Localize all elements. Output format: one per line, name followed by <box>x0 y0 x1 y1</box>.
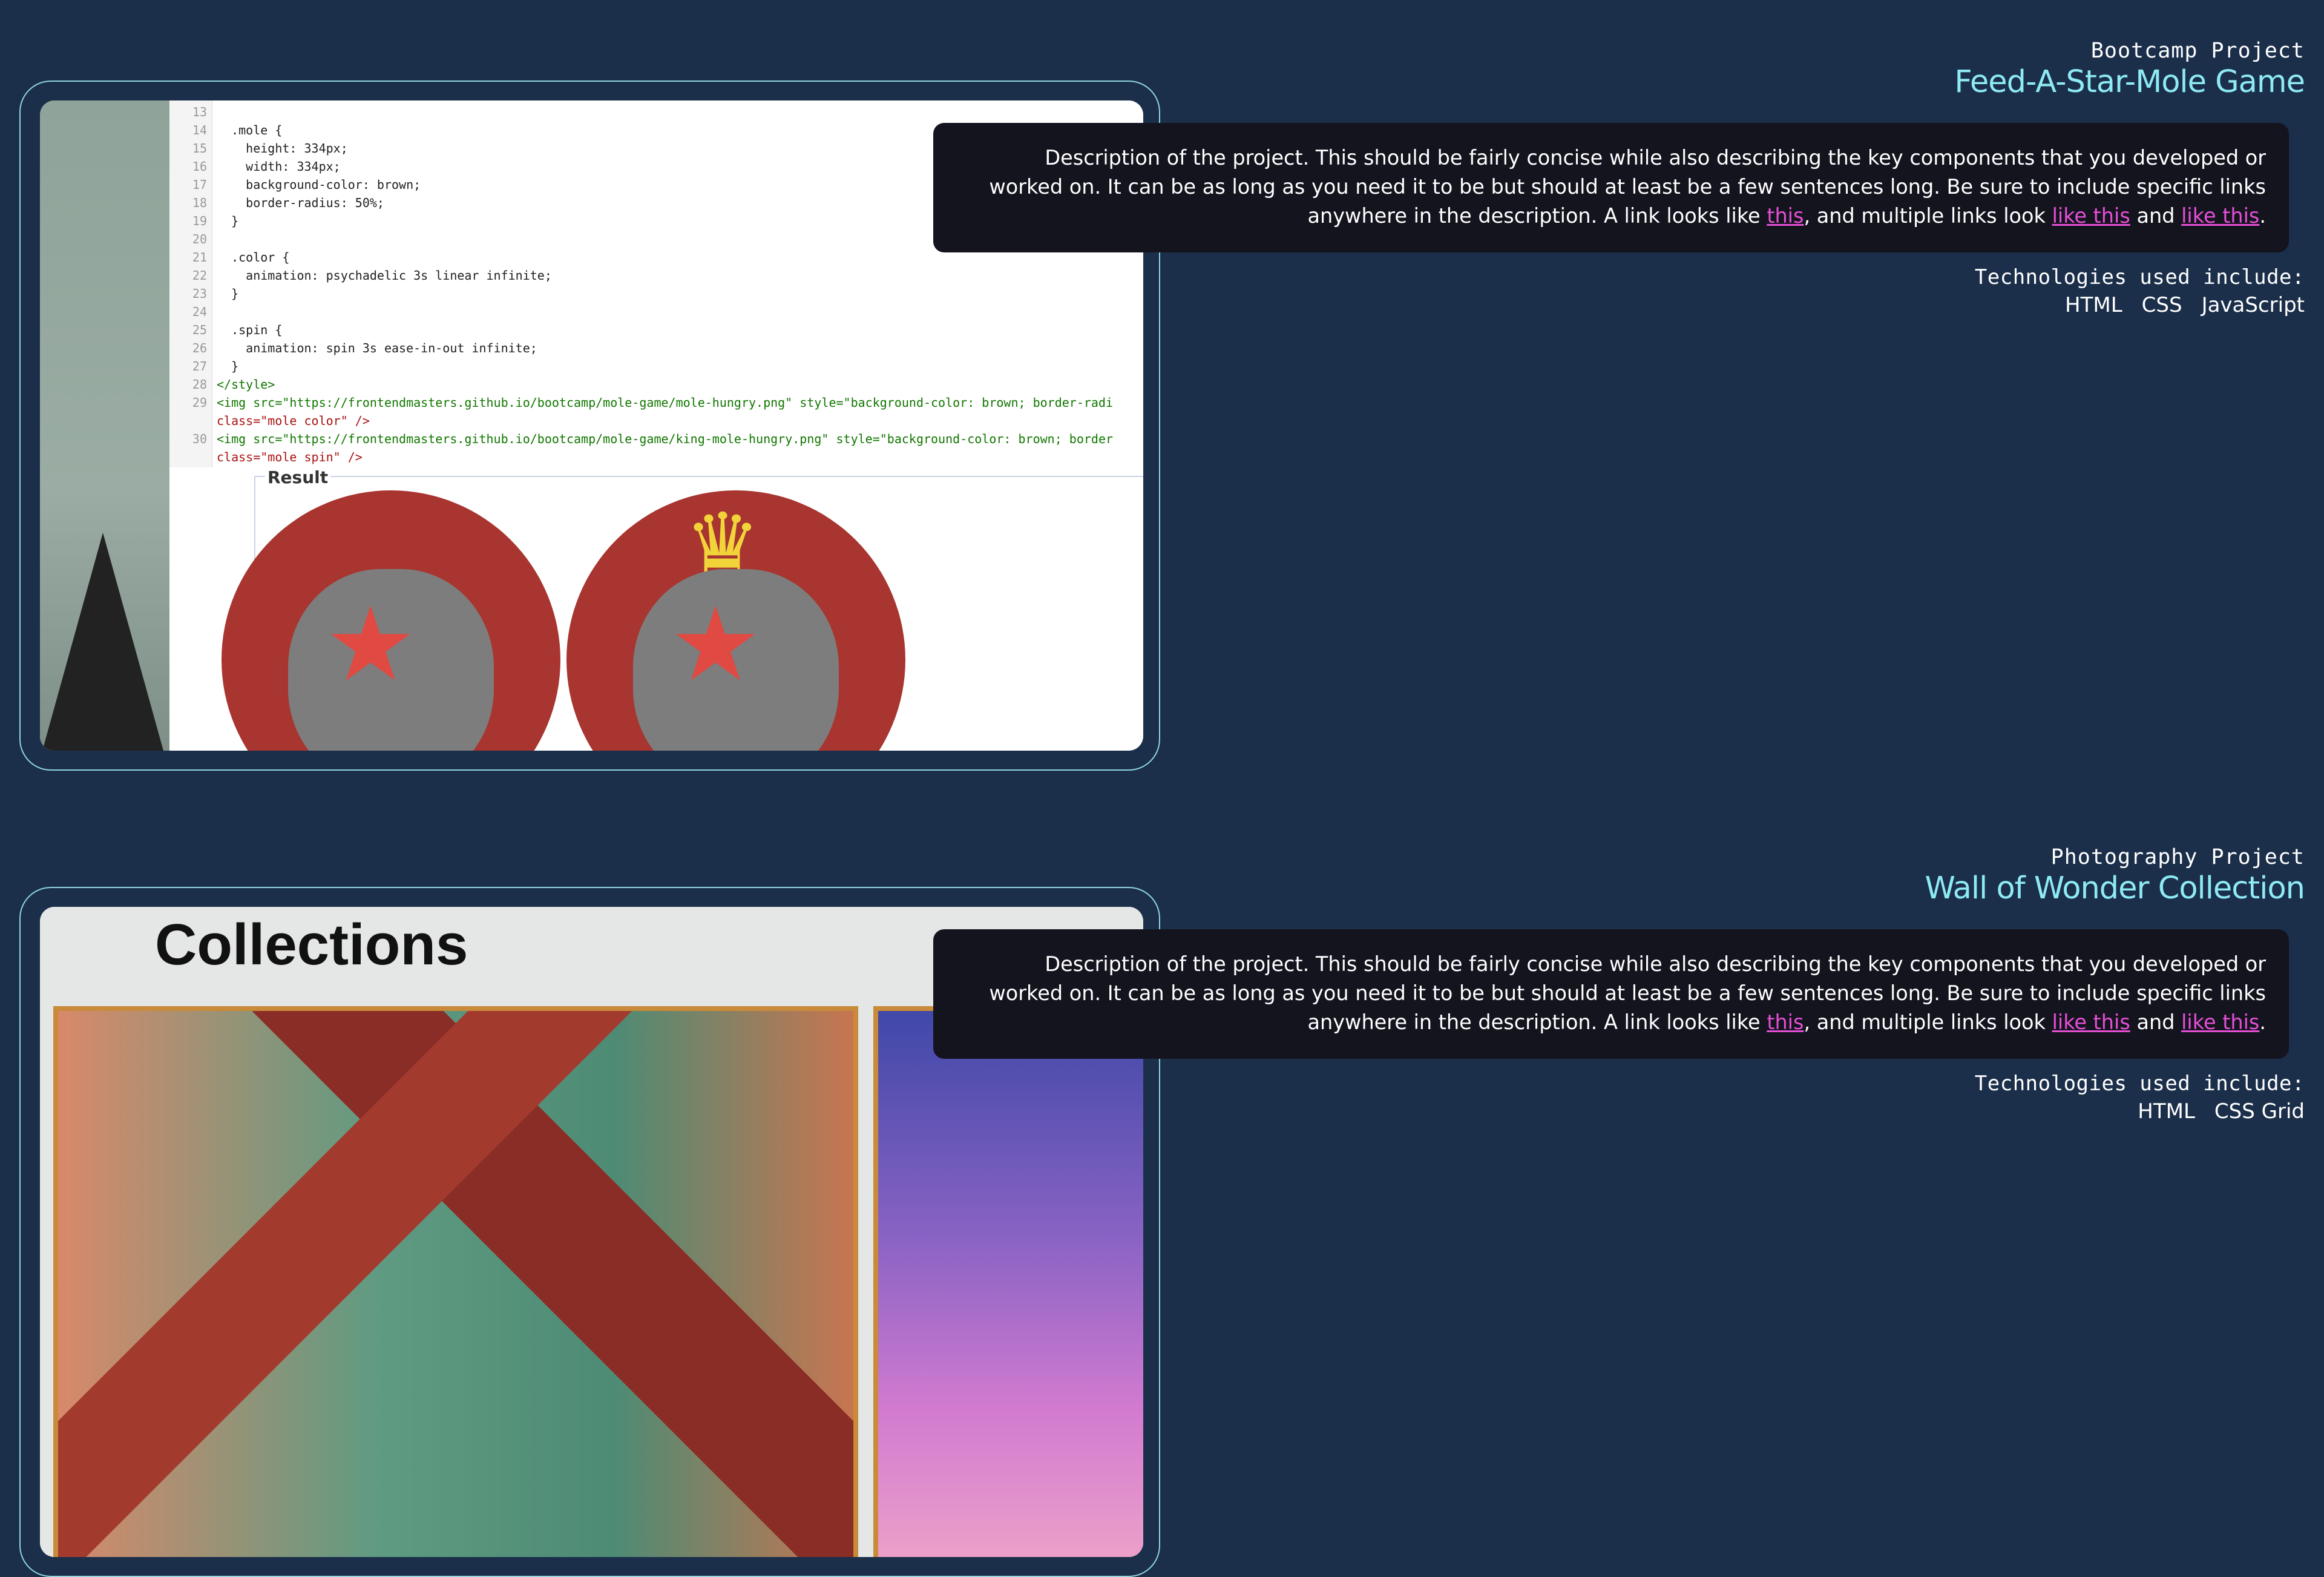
tree-silhouette <box>42 533 163 751</box>
code-line: 24 <box>169 303 217 321</box>
code-line: 17 background-color: brown; <box>169 176 421 194</box>
line-number: 29 <box>192 395 207 410</box>
code-text: animation: spin 3s ease-in-out infinite; <box>217 341 537 355</box>
code-line: 16 width: 334px; <box>169 157 341 176</box>
code-line: 23 } <box>169 285 238 303</box>
line-number: 19 <box>192 214 207 228</box>
code-line: class="mole color" /> <box>169 412 370 430</box>
code-text: } <box>217 286 239 301</box>
code-text: <img src="https://frontendmasters.github… <box>217 432 1114 446</box>
line-number: 20 <box>192 232 207 246</box>
line-number: 28 <box>192 377 207 392</box>
project-feed-a-star-mole: 13 14 .mole {15 height: 334px; 16 width: 3… <box>0 0 2324 771</box>
line-number: 25 <box>192 323 207 337</box>
technology-item: CSS Grid <box>2214 1099 2305 1124</box>
code-text: <img src="https://frontendmasters.github… <box>217 395 1114 410</box>
code-text: .color { <box>217 250 290 265</box>
code-line: 14 .mole { <box>169 121 282 139</box>
star-nose-icon: ★ <box>669 585 762 705</box>
line-number: 18 <box>192 196 207 210</box>
line-number: 24 <box>192 305 207 319</box>
line-number: 16 <box>192 159 207 174</box>
line-number: 26 <box>192 341 207 355</box>
code-text: background-color: brown; <box>217 177 421 192</box>
technologies-list: HTML CSS JavaScript <box>2065 293 2305 317</box>
code-line: 25 .spin { <box>169 321 282 339</box>
technology-item: CSS <box>2141 293 2182 317</box>
description-text: . <box>2259 204 2266 228</box>
code-line: 29 <img src="https://frontendmasters.gith… <box>169 393 1113 412</box>
star-nose-icon: ★ <box>324 585 417 705</box>
description-text: , and multiple links look <box>1804 1010 2052 1034</box>
project-wall-of-wonder: Collections Photography Project Wall of … <box>0 806 2324 1577</box>
description-link[interactable]: like this <box>2181 204 2259 228</box>
line-number: 27 <box>192 359 207 374</box>
description-text: . <box>2259 1010 2266 1034</box>
description-link[interactable]: like this <box>2052 204 2130 228</box>
technology-item: HTML <box>2065 293 2122 317</box>
line-number: 14 <box>192 123 207 137</box>
technology-item: JavaScript <box>2201 293 2305 317</box>
code-line: 21 .color { <box>169 248 290 266</box>
code-text: class="mole spin" /> <box>217 450 363 464</box>
technologies-list: HTML CSS Grid <box>2138 1099 2305 1124</box>
code-text: .mole { <box>217 123 283 137</box>
code-text: animation: psychadelic 3s linear infinit… <box>217 268 552 283</box>
line-number: 15 <box>192 141 207 156</box>
line-number: 30 <box>192 432 207 446</box>
code-line: 19 } <box>169 212 238 230</box>
code-line: 20 <box>169 230 217 248</box>
code-text: height: 334px; <box>217 141 348 156</box>
line-number: 23 <box>192 286 207 301</box>
project-title[interactable]: Feed-A-Star-Mole Game <box>1954 64 2305 100</box>
code-text: } <box>217 214 239 228</box>
tree-photo-strip <box>40 100 169 751</box>
technology-item: HTML <box>2138 1099 2195 1124</box>
code-line: 30 <img src="https://frontendmasters.gith… <box>169 430 1113 448</box>
code-line: 22 animation: psychadelic 3s linear infi… <box>169 266 552 285</box>
line-number: 21 <box>192 250 207 265</box>
project-title[interactable]: Wall of Wonder Collection <box>1925 871 2305 906</box>
code-text: border-radius: 50%; <box>217 196 384 210</box>
description-link[interactable]: like this <box>2052 1010 2130 1034</box>
description-text: , and multiple links look <box>1804 204 2052 228</box>
code-text: </style> <box>217 377 275 392</box>
code-text: class="mole color" /> <box>217 413 370 428</box>
result-label: Result <box>265 467 331 487</box>
description-link[interactable]: like this <box>2181 1010 2259 1034</box>
project-overline: Photography Project <box>2050 845 2305 869</box>
code-line: 15 height: 334px; <box>169 139 348 157</box>
code-text: width: 334px; <box>217 159 341 174</box>
code-text: } <box>217 359 239 374</box>
geometric-art-photo <box>53 1006 858 1557</box>
code-text: .spin { <box>217 323 283 337</box>
description-text: and <box>2130 1010 2182 1034</box>
sky-photo <box>873 1006 1143 1557</box>
code-line: class="mole spin" /> <box>169 448 363 466</box>
project-description: Description of the project. This should … <box>933 929 2289 1059</box>
line-number: 13 <box>192 105 207 119</box>
description-text: and <box>2130 204 2182 228</box>
line-number: 17 <box>192 177 207 192</box>
collections-heading: Collections <box>155 912 468 977</box>
code-line: 13 <box>169 103 217 121</box>
technologies-heading: Technologies used include: <box>1974 265 2305 289</box>
project-description: Description of the project. This should … <box>933 123 2289 252</box>
code-line: 26 animation: spin 3s ease-in-out infini… <box>169 339 537 357</box>
project-overline: Bootcamp Project <box>2090 39 2305 63</box>
description-link[interactable]: this <box>1767 204 1804 228</box>
line-number: 22 <box>192 268 207 283</box>
code-line: 28 </style> <box>169 375 275 393</box>
description-link[interactable]: this <box>1767 1010 1804 1034</box>
technologies-heading: Technologies used include: <box>1974 1072 2305 1096</box>
code-line: 18 border-radius: 50%; <box>169 194 384 212</box>
code-line: 27 } <box>169 357 238 375</box>
